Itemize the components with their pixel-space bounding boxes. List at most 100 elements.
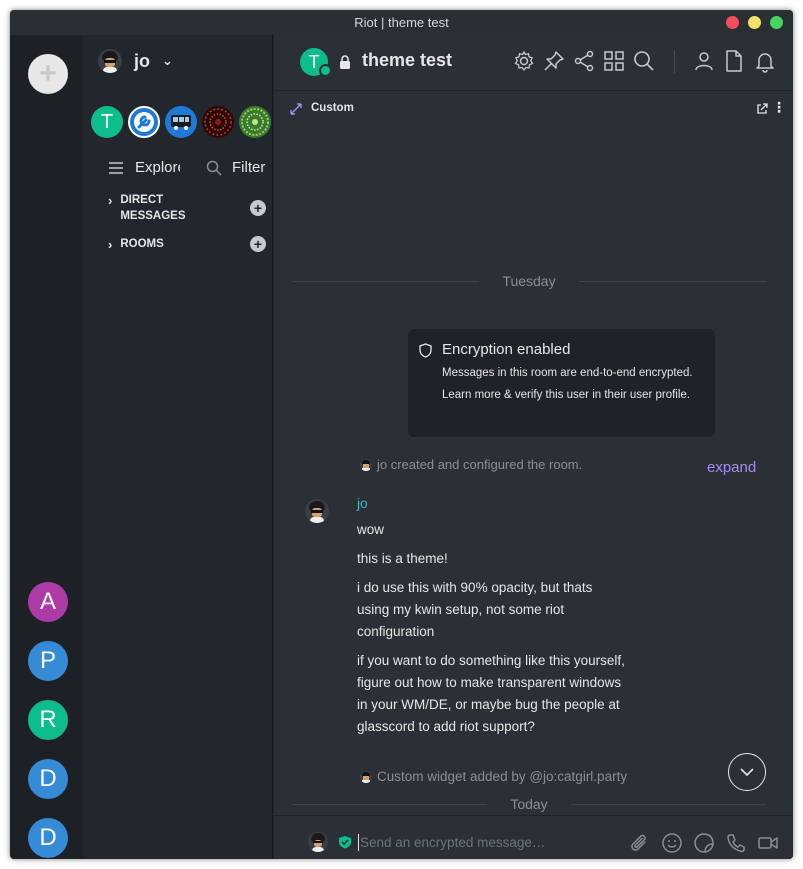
section-label-line: MESSAGES bbox=[120, 210, 186, 222]
filter-button[interactable]: Filter bbox=[206, 159, 265, 176]
jump-to-bottom-button[interactable] bbox=[728, 753, 766, 791]
expand-widget-icon[interactable] bbox=[289, 102, 303, 116]
message-body: this is a theme! bbox=[357, 551, 448, 566]
filter-label: Filter bbox=[232, 159, 266, 176]
notifications-bell-icon[interactable] bbox=[753, 49, 777, 73]
explore-button[interactable]: Explore bbox=[108, 159, 180, 176]
room-avatar[interactable] bbox=[128, 106, 160, 138]
section-label-line: DIRECT bbox=[120, 194, 164, 206]
create-space-button[interactable]: + bbox=[28, 54, 68, 94]
room-header: T theme test bbox=[274, 35, 793, 91]
user-menu-button[interactable]: jo ⌄ bbox=[98, 49, 173, 73]
room-avatar-strip: T bbox=[91, 106, 271, 138]
widget-bar: Custom ⋮ bbox=[282, 97, 786, 121]
chevron-right-icon: › bbox=[108, 237, 113, 252]
space-avatar[interactable]: R bbox=[28, 700, 68, 740]
explore-label: Explore bbox=[135, 159, 180, 176]
message-body: wow bbox=[357, 522, 385, 537]
room-avatar[interactable] bbox=[165, 106, 197, 138]
minimize-window-button[interactable] bbox=[748, 16, 761, 29]
room-avatar[interactable] bbox=[239, 106, 271, 138]
chevron-down-icon bbox=[740, 768, 754, 777]
timeline: Tuesday Encryption enabled Messages in t… bbox=[274, 135, 793, 815]
widget-added-text: Custom widget added by @jo:catgirl.party bbox=[377, 769, 628, 784]
plus-icon: + bbox=[39, 57, 57, 90]
encryption-title: Encryption enabled bbox=[442, 341, 571, 358]
attachment-icon[interactable] bbox=[629, 832, 651, 854]
room-view: T theme test Custom ⋮ Tuesday Encryption… bbox=[274, 35, 793, 859]
room-name[interactable]: theme test bbox=[362, 50, 452, 71]
popout-icon[interactable] bbox=[756, 103, 768, 115]
message-input[interactable]: Send an encrypted message… bbox=[358, 834, 618, 851]
close-window-button[interactable] bbox=[726, 16, 739, 29]
header-divider bbox=[674, 51, 675, 73]
widget-title: Custom bbox=[311, 102, 354, 114]
section-label: ROOMS bbox=[120, 238, 164, 250]
mandala-icon bbox=[204, 108, 232, 136]
app-window: Riot | theme test + A P R D D jo ⌄ T Exp… bbox=[10, 10, 793, 859]
avatar[interactable] bbox=[305, 499, 329, 523]
message-body: i do use this with 90% opacity, but that… bbox=[357, 580, 593, 639]
bus-icon bbox=[171, 115, 191, 130]
space-avatar[interactable]: D bbox=[28, 818, 68, 858]
pin-icon[interactable] bbox=[542, 49, 566, 73]
chevron-right-icon: › bbox=[108, 193, 113, 208]
sender-name[interactable]: jo bbox=[357, 496, 368, 511]
apps-grid-icon[interactable] bbox=[602, 49, 626, 73]
room-avatar-letter: T bbox=[308, 51, 320, 72]
plus-icon: + bbox=[253, 200, 263, 216]
avatar bbox=[308, 832, 328, 852]
expand-link[interactable]: expand bbox=[707, 459, 756, 476]
shield-check-icon bbox=[339, 836, 351, 849]
window-title: Riot | theme test bbox=[354, 15, 449, 30]
encryption-notice: Encryption enabled Messages in this room… bbox=[408, 329, 715, 437]
add-direct-message-button[interactable]: + bbox=[250, 200, 266, 216]
spaces-bar: + A P R D D bbox=[10, 35, 83, 859]
shield-icon bbox=[419, 343, 432, 358]
wrench-icon bbox=[134, 112, 154, 132]
plus-icon: + bbox=[253, 236, 263, 252]
title-bar: Riot | theme test bbox=[10, 10, 793, 35]
window-controls bbox=[726, 16, 783, 29]
lock-icon bbox=[340, 55, 350, 69]
files-icon[interactable] bbox=[722, 49, 746, 73]
avatar bbox=[98, 49, 122, 73]
space-avatar[interactable]: P bbox=[28, 641, 68, 681]
room-avatar[interactable] bbox=[202, 106, 234, 138]
message-composer: Send an encrypted message… bbox=[274, 815, 793, 859]
space-avatar[interactable]: D bbox=[28, 759, 68, 799]
section-rooms[interactable]: › ROOMS bbox=[108, 236, 164, 253]
search-icon[interactable] bbox=[632, 49, 656, 73]
avatar bbox=[360, 458, 372, 471]
people-icon[interactable] bbox=[692, 49, 716, 73]
verified-badge-icon bbox=[319, 64, 332, 77]
avatar bbox=[360, 770, 372, 783]
room-created-event: jo created and configured the room. bbox=[360, 457, 582, 472]
hamburger-icon bbox=[109, 161, 123, 174]
video-call-icon[interactable] bbox=[757, 832, 779, 854]
date-separator: Tuesday bbox=[292, 273, 766, 289]
space-avatar-letter: D bbox=[39, 824, 57, 851]
space-avatar-letter: D bbox=[39, 765, 57, 792]
room-list-panel: jo ⌄ T Explore Filter bbox=[83, 35, 273, 859]
search-icon bbox=[206, 160, 222, 176]
room-avatar[interactable]: T bbox=[91, 106, 123, 138]
room-created-text: jo created and configured the room. bbox=[377, 457, 583, 472]
space-avatar-letter: R bbox=[39, 706, 57, 733]
maximize-window-button[interactable] bbox=[770, 16, 783, 29]
space-avatar-letter: A bbox=[39, 588, 56, 615]
message-body: if you want to do something like this yo… bbox=[357, 653, 625, 734]
share-icon[interactable] bbox=[572, 49, 596, 73]
widget-menu-icon[interactable]: ⋮ bbox=[772, 99, 786, 116]
settings-icon[interactable] bbox=[512, 49, 536, 73]
add-room-button[interactable]: + bbox=[250, 236, 266, 252]
section-direct-messages[interactable]: › DIRECT MESSAGES bbox=[108, 192, 186, 224]
emoji-icon[interactable] bbox=[661, 832, 683, 854]
user-name: jo bbox=[134, 50, 150, 71]
sticker-icon[interactable] bbox=[693, 832, 715, 854]
section-label: DIRECT MESSAGES bbox=[120, 192, 185, 224]
space-avatar[interactable]: A bbox=[28, 582, 68, 622]
voice-call-icon[interactable] bbox=[725, 832, 747, 854]
date-label: Today bbox=[510, 796, 548, 812]
encryption-body: Messages in this room are end-to-end enc… bbox=[442, 367, 693, 401]
